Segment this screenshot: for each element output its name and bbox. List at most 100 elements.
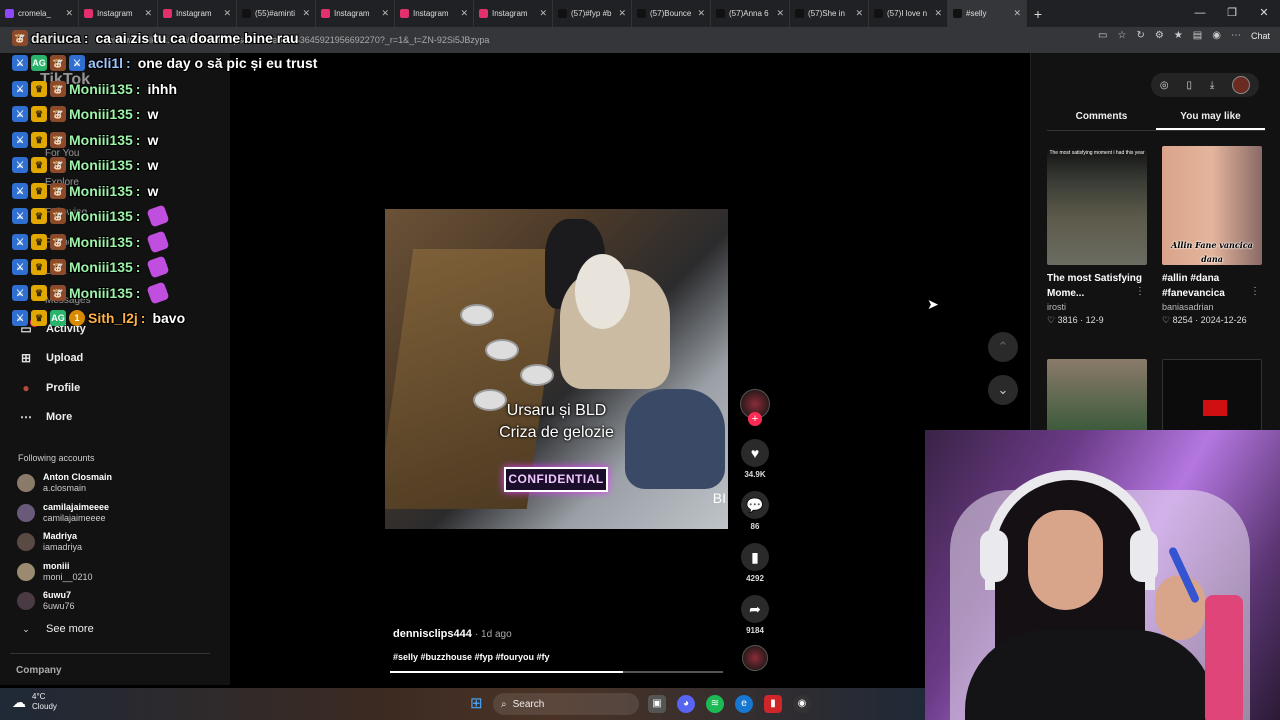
weather-widget[interactable]: ☁ 4°C Cloudy <box>12 692 57 712</box>
card-title[interactable]: The most Satisfying Mome... <box>1047 271 1147 301</box>
discord-icon[interactable]: ◕ <box>677 695 695 713</box>
copilot-chat-button[interactable]: Chat <box>1251 31 1270 41</box>
video-hashtags[interactable]: #selly #buzzhouse #fyp #fouryou #fy <box>393 652 550 662</box>
tab-close-icon[interactable]: ✕ <box>776 8 784 19</box>
video-player[interactable]: Ursaru și BLD Criza de gelozie CONFIDENT… <box>385 209 728 529</box>
video-author[interactable]: dennisclips444 · 1d ago <box>393 628 512 640</box>
see-more-button[interactable]: ⌄ See more <box>18 623 93 635</box>
edge-icon[interactable]: e <box>735 695 753 713</box>
card-more-icon[interactable]: ⋮ <box>1135 286 1145 297</box>
chat-colon: : <box>83 29 89 46</box>
tab-comments[interactable]: Comments <box>1047 111 1156 130</box>
share-icon[interactable]: ➦ <box>741 595 769 623</box>
tab-close-icon[interactable]: ✕ <box>618 8 626 19</box>
music-disc-button[interactable] <box>738 645 772 671</box>
phone-icon[interactable]: ▯ <box>1186 80 1192 91</box>
browser-tab[interactable]: cromela_ ✕ <box>0 0 79 27</box>
company-link[interactable]: Company <box>16 665 62 676</box>
creator-avatar-button[interactable]: + <box>738 389 772 426</box>
following-account[interactable]: 6uwu7 6uwu76 <box>17 590 75 612</box>
video-progress-bar[interactable] <box>390 671 723 673</box>
browser-tab[interactable]: Instagram ✕ <box>316 0 395 27</box>
card-thumbnail[interactable] <box>1047 359 1147 433</box>
card-thumbnail[interactable]: Allin Fane vancica dana <box>1162 146 1262 265</box>
nav-more[interactable]: ⋯ More <box>18 410 72 424</box>
recommended-card[interactable] <box>1047 359 1147 433</box>
card-thumbnail[interactable]: The most satisfying moment i had this ye… <box>1047 146 1147 265</box>
browser-tab[interactable]: Instagram ✕ <box>395 0 474 27</box>
previous-video-button[interactable]: ⌃ <box>988 332 1018 362</box>
screen-cast-icon[interactable]: ▭ <box>1098 30 1107 41</box>
tab-close-icon[interactable]: ✕ <box>855 8 863 19</box>
browser-tab[interactable]: Instagram ✕ <box>474 0 553 27</box>
tab-close-icon[interactable]: ✕ <box>65 8 73 19</box>
browser-tab[interactable]: (57)Bounce ✕ <box>632 0 711 27</box>
menu-dots-icon[interactable]: ⋯ <box>1231 30 1241 41</box>
card-user[interactable]: irosti <box>1047 302 1147 312</box>
tab-close-icon[interactable]: ✕ <box>302 8 310 19</box>
new-tab-button[interactable]: + <box>1027 6 1049 22</box>
browser-tab[interactable]: (57)Anna 6 ✕ <box>711 0 790 27</box>
obs-icon[interactable]: ◉ <box>793 695 811 713</box>
comment-icon[interactable]: 💬 <box>741 491 769 519</box>
card-more-icon[interactable]: ⋮ <box>1250 286 1260 297</box>
extensions-icon[interactable]: ⚙ <box>1155 30 1164 41</box>
browser-tab-label: Instagram <box>334 9 370 18</box>
taskbar-search[interactable]: ⌕ Search <box>493 693 639 715</box>
next-video-button[interactable]: ⌄ <box>988 375 1018 405</box>
save-action[interactable]: ▮ 4292 <box>738 543 772 583</box>
card-thumbnail[interactable] <box>1162 359 1262 433</box>
tab-close-icon[interactable]: ✕ <box>144 8 152 19</box>
chat-text: ca ai zis tu ca doarme bine rau <box>95 29 299 46</box>
heart-icon[interactable]: ♥ <box>741 439 769 467</box>
minimize-icon[interactable]: — <box>1184 0 1216 27</box>
browser-tab[interactable]: (57)#fyp #b ✕ <box>553 0 632 27</box>
star-icon[interactable]: ☆ <box>1118 30 1127 41</box>
recommended-card[interactable]: The most satisfying moment i had this ye… <box>1047 146 1147 326</box>
restore-icon[interactable]: ❐ <box>1216 0 1248 27</box>
tab-close-icon[interactable]: ✕ <box>460 8 468 19</box>
spotify-icon[interactable]: ≋ <box>706 695 724 713</box>
collections-icon[interactable]: ▤ <box>1193 30 1202 41</box>
windows-start-icon[interactable]: ⊞ <box>470 696 486 712</box>
following-account[interactable]: moniii moni__0210 <box>17 561 93 583</box>
tab-close-icon[interactable]: ✕ <box>539 8 547 19</box>
tab-close-icon[interactable]: ✕ <box>1013 8 1021 19</box>
browser-tab[interactable]: (57)She in ✕ <box>790 0 869 27</box>
tab-close-icon[interactable]: ✕ <box>223 8 231 19</box>
card-user[interactable]: baniasadrian <box>1162 302 1262 312</box>
app-red-icon[interactable]: ▮ <box>764 695 782 713</box>
close-window-icon[interactable]: ✕ <box>1248 0 1280 27</box>
following-account[interactable]: Madriya iamadriya <box>17 531 82 553</box>
favorites-icon[interactable]: ★ <box>1174 30 1183 41</box>
share-action[interactable]: ➦ 9184 <box>738 595 772 635</box>
follow-plus-icon[interactable]: + <box>748 412 762 426</box>
tab-you-may-like[interactable]: You may like <box>1156 111 1265 130</box>
user-avatar[interactable] <box>1232 76 1251 94</box>
following-account[interactable]: Anton Closmain a.closmain <box>17 472 112 494</box>
browser-tab[interactable]: (55)#aminti ✕ <box>237 0 316 27</box>
following-account[interactable]: camilajaimeeee camilajaimeeee <box>17 502 109 524</box>
compass-icon[interactable]: ◎ <box>1160 80 1169 91</box>
tab-close-icon[interactable]: ✕ <box>934 8 942 19</box>
browser-tab[interactable]: Instagram ✕ <box>158 0 237 27</box>
tab-close-icon[interactable]: ✕ <box>381 8 389 19</box>
bookmark-icon[interactable]: ▮ <box>741 543 769 571</box>
recommended-card[interactable] <box>1162 359 1262 433</box>
profile-icon[interactable]: ◉ <box>1212 30 1221 41</box>
card-title[interactable]: #allin #dana #fanevancica <box>1162 271 1262 301</box>
download-icon[interactable]: ⤓ <box>1210 80 1214 91</box>
author-name[interactable]: dennisclips444 <box>393 628 472 640</box>
browser-tab[interactable]: Instagram ✕ <box>79 0 158 27</box>
nav-profile[interactable]: ● Profile <box>18 381 80 395</box>
browser-tab[interactable]: #selly ✕ <box>948 0 1027 27</box>
tab-close-icon[interactable]: ✕ <box>697 8 705 19</box>
refresh-icon[interactable]: ↻ <box>1136 30 1144 41</box>
like-action[interactable]: ♥ 34.9K <box>738 439 772 479</box>
comment-action[interactable]: 💬 86 <box>738 491 772 531</box>
browser-tab-label: (57)She in <box>808 9 845 18</box>
task-view-icon[interactable]: ▣ <box>648 695 666 713</box>
nav-upload[interactable]: ⊞ Upload <box>18 351 83 365</box>
browser-tab[interactable]: (57)I love n ✕ <box>869 0 948 27</box>
recommended-card[interactable]: Allin Fane vancica dana ⋮ #allin #dana #… <box>1162 146 1262 326</box>
